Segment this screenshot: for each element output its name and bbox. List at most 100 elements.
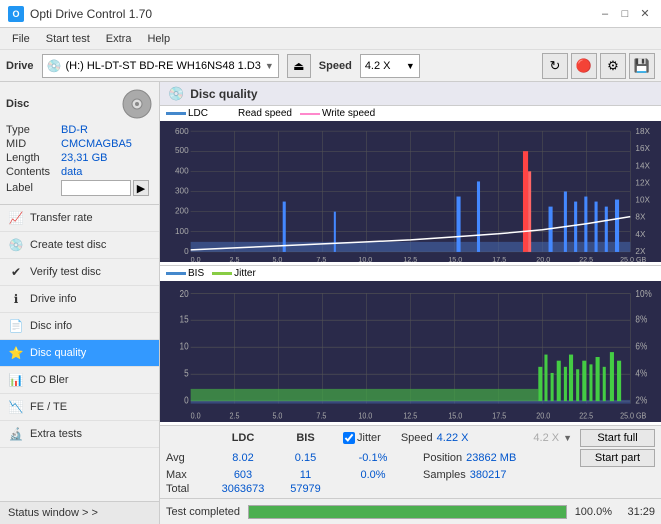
- write-speed-legend-color: [300, 113, 320, 115]
- settings-button[interactable]: ⚙: [600, 53, 626, 79]
- svg-text:20.0: 20.0: [536, 256, 550, 262]
- progress-bar-area: Test completed 100.0% 31:29: [160, 498, 661, 524]
- status-window-button[interactable]: Status window > >: [0, 501, 159, 524]
- max-ldc-value: 603: [208, 469, 278, 481]
- jitter-legend-color: [212, 272, 232, 275]
- svg-text:600: 600: [175, 127, 189, 136]
- eject-button[interactable]: ⏏: [287, 54, 311, 78]
- disc-label-button[interactable]: ▶: [133, 180, 149, 196]
- start-part-button[interactable]: Start part: [580, 449, 655, 467]
- max-bis-value: 11: [278, 469, 333, 481]
- svg-text:25.0 GB: 25.0 GB: [620, 411, 646, 421]
- svg-text:5: 5: [184, 368, 189, 379]
- menu-start-test[interactable]: Start test: [38, 31, 98, 47]
- sidebar-item-transfer-rate[interactable]: 📈 Transfer rate: [0, 205, 159, 232]
- disc-mid-field: MID CMCMAGBA5: [6, 138, 153, 150]
- progress-time: 31:29: [620, 506, 655, 518]
- position-value: 23862 MB: [466, 452, 516, 464]
- svg-text:10.0: 10.0: [358, 411, 372, 421]
- svg-text:10X: 10X: [635, 196, 650, 205]
- svg-text:5.0: 5.0: [272, 411, 282, 421]
- menu-file[interactable]: File: [4, 31, 38, 47]
- disc-color-button[interactable]: 🔴: [571, 53, 597, 79]
- refresh-button[interactable]: ↻: [542, 53, 568, 79]
- progress-percent: 100.0%: [575, 506, 612, 518]
- avg-jitter-value: -0.1%: [343, 452, 403, 464]
- bis-jitter-chart: BIS Jitter: [160, 266, 661, 425]
- svg-text:14X: 14X: [635, 161, 650, 170]
- svg-text:15.0: 15.0: [448, 411, 462, 421]
- svg-text:400: 400: [175, 166, 189, 175]
- svg-text:10.0: 10.0: [358, 256, 372, 262]
- menu-extra[interactable]: Extra: [98, 31, 140, 47]
- svg-text:16X: 16X: [635, 144, 650, 153]
- stats-footer: LDC BIS Jitter Speed 4.22 X 4.2 X ▼ Star…: [160, 425, 661, 498]
- svg-text:12.5: 12.5: [403, 411, 417, 421]
- toolbar-icons: ↻ 🔴 ⚙ 💾: [542, 53, 655, 79]
- start-full-button[interactable]: Start full: [580, 429, 655, 447]
- chart2-legend: BIS Jitter: [160, 266, 661, 281]
- disc-contents-field: Contents data: [6, 166, 153, 178]
- svg-text:2.5: 2.5: [230, 256, 240, 262]
- transfer-rate-icon: 📈: [8, 210, 24, 226]
- svg-text:0: 0: [184, 247, 189, 256]
- svg-text:4X: 4X: [635, 230, 646, 239]
- sidebar-item-create-test-disc[interactable]: 💿 Create test disc: [0, 232, 159, 259]
- svg-text:15: 15: [180, 314, 189, 325]
- save-button[interactable]: 💾: [629, 53, 655, 79]
- sidebar-item-fe-te[interactable]: 📉 FE / TE: [0, 394, 159, 421]
- svg-text:7.5: 7.5: [316, 411, 326, 421]
- jitter-checkbox[interactable]: [343, 432, 355, 444]
- svg-text:15.0: 15.0: [448, 256, 462, 262]
- test-status: Test completed: [166, 506, 240, 518]
- sidebar-item-cd-bler[interactable]: 📊 CD Bler: [0, 367, 159, 394]
- chart1-legend: LDC Read speed Write speed: [160, 106, 661, 121]
- main-layout: Disc Type BD-R MID CMCMAGBA5 Length 23,3…: [0, 82, 661, 524]
- bis-legend-color: [166, 272, 186, 275]
- svg-text:2.5: 2.5: [230, 411, 240, 421]
- app-icon: O: [8, 6, 24, 22]
- disc-label-input[interactable]: [61, 180, 131, 196]
- content-area: 💿 Disc quality LDC Read speed Write spee…: [160, 82, 661, 524]
- minimize-button[interactable]: –: [597, 6, 613, 22]
- position-label: Position: [423, 452, 462, 464]
- sidebar-item-extra-tests[interactable]: 🔬 Extra tests: [0, 421, 159, 448]
- maximize-button[interactable]: □: [617, 6, 633, 22]
- drive-select[interactable]: 💿 (H:) HL-DT-ST BD-RE WH16NS48 1.D3 ▼: [42, 54, 279, 78]
- speed-select[interactable]: 4.2 X ▼: [360, 54, 420, 78]
- sidebar-item-drive-info[interactable]: ℹ Drive info: [0, 286, 159, 313]
- sidebar-item-disc-info[interactable]: 📄 Disc info: [0, 313, 159, 340]
- sidebar-item-verify-test-disc[interactable]: ✔ Verify test disc: [0, 259, 159, 286]
- svg-text:22.5: 22.5: [579, 411, 593, 421]
- sidebar: Disc Type BD-R MID CMCMAGBA5 Length 23,3…: [0, 82, 160, 524]
- ldc-legend-color: [166, 112, 186, 115]
- ldc-chart: LDC Read speed Write speed: [160, 106, 661, 266]
- samples-label: Samples: [423, 469, 466, 481]
- sidebar-item-disc-quality[interactable]: ⭐ Disc quality: [0, 340, 159, 367]
- svg-text:100: 100: [175, 227, 189, 236]
- disc-section: Disc Type BD-R MID CMCMAGBA5 Length 23,3…: [0, 82, 159, 205]
- svg-text:8X: 8X: [635, 213, 646, 222]
- verify-test-disc-icon: ✔: [8, 264, 24, 280]
- app-title: Opti Drive Control 1.70: [30, 7, 152, 21]
- disc-info-icon: 📄: [8, 318, 24, 334]
- disc-icon: [121, 88, 153, 120]
- svg-text:12X: 12X: [635, 179, 650, 188]
- svg-text:20.0: 20.0: [536, 411, 550, 421]
- svg-text:12.5: 12.5: [403, 256, 417, 262]
- svg-text:4%: 4%: [635, 368, 647, 379]
- svg-text:10: 10: [180, 341, 189, 352]
- cd-bler-icon: 📊: [8, 372, 24, 388]
- menu-help[interactable]: Help: [139, 31, 178, 47]
- svg-text:17.5: 17.5: [492, 256, 506, 262]
- fe-te-icon: 📉: [8, 399, 24, 415]
- speed-header-value: 4.22 X: [437, 432, 469, 444]
- total-bis-value: 57979: [278, 483, 333, 495]
- svg-text:22.5: 22.5: [579, 256, 593, 262]
- disc-quality-icon: ⭐: [8, 345, 24, 361]
- title-bar: O Opti Drive Control 1.70 – □ ✕: [0, 0, 661, 28]
- svg-text:5.0: 5.0: [272, 256, 282, 262]
- svg-text:20: 20: [180, 288, 189, 299]
- svg-text:18X: 18X: [635, 127, 650, 136]
- close-button[interactable]: ✕: [637, 6, 653, 22]
